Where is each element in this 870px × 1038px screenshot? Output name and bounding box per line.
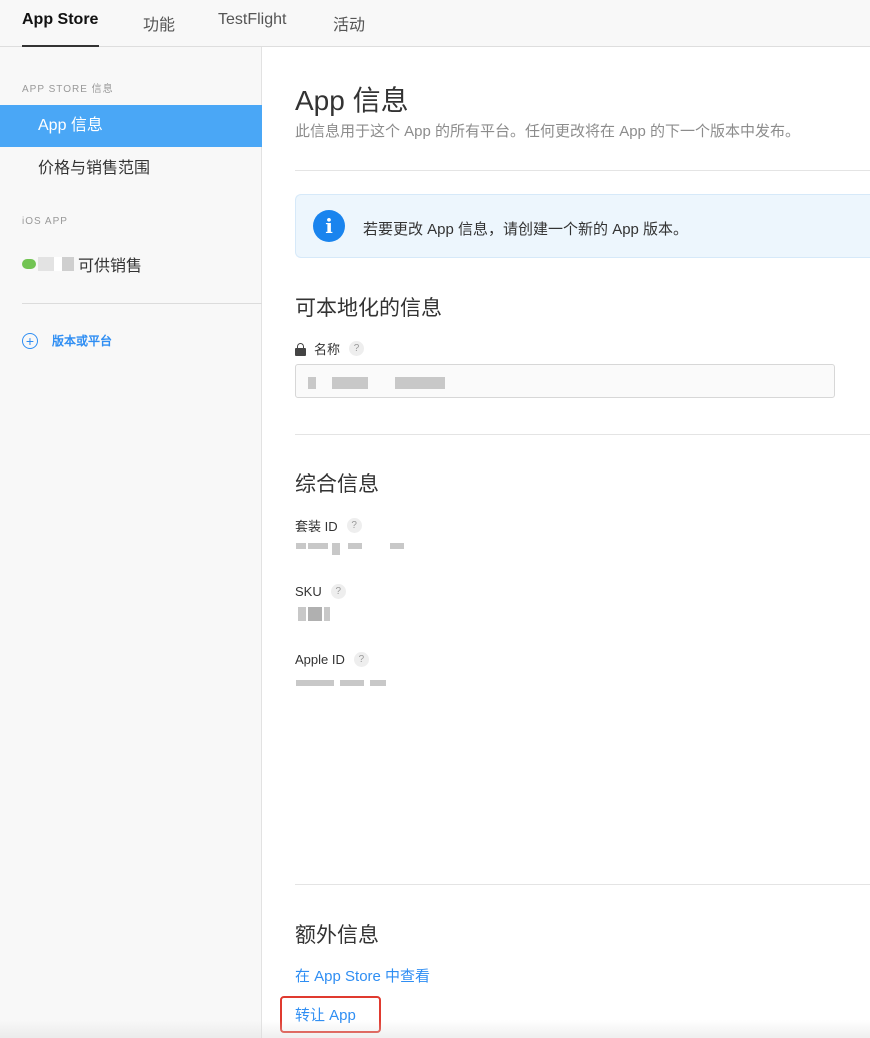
view-in-app-store-link[interactable]: 在 App Store 中查看 [295,965,430,986]
sidebar-item-version[interactable]: 可供销售 [22,253,142,275]
redacted-sku [298,607,306,621]
tab-testflight[interactable]: TestFlight [218,11,286,29]
bundle-id-label: 套装 ID [295,519,338,534]
sidebar-header-app-store: APP STORE 信息 [22,84,114,95]
sidebar-divider [22,303,262,304]
divider [295,170,870,171]
redacted-name [308,377,316,389]
sku-field-label: SKU ? [295,584,346,599]
divider [295,884,870,885]
page-title: App 信息 [295,85,409,116]
version-status-label: 可供销售 [78,258,143,275]
help-icon[interactable]: ? [346,518,362,533]
sku-label: SKU [295,584,322,599]
sidebar-item-pricing[interactable]: 价格与销售范围 [0,148,262,190]
sidebar: APP STORE 信息 App 信息 价格与销售范围 iOS APP 可供销售… [0,47,262,1038]
section-title-general: 综合信息 [295,473,379,496]
bundle-id-field-label: 套装 ID ? [295,516,362,535]
top-tab-bar: App Store 功能 TestFlight 活动 [0,0,870,47]
add-version-platform-button[interactable]: + 版本或平台 [22,332,112,349]
name-label: 名称 [314,342,341,357]
divider [295,434,870,435]
redacted-bundle-id [296,543,306,549]
page-subtitle: 此信息用于这个 App 的所有平台。任何更改将在 App 的下一个版本中发布。 [295,123,801,140]
apple-id-field-label: Apple ID ? [295,652,369,667]
info-icon: i [313,210,345,242]
main-content: App 信息 此信息用于这个 App 的所有平台。任何更改将在 App 的下一个… [262,47,870,1038]
redacted-version [38,257,54,271]
help-icon[interactable]: ? [330,584,346,599]
help-icon[interactable]: ? [349,341,365,356]
help-icon[interactable]: ? [353,652,369,667]
plus-circle-icon: + [22,332,38,349]
add-version-label: 版本或平台 [52,334,113,348]
notice-text: 若要更改 App 信息，请创建一个新的 App 版本。 [363,221,689,238]
status-dot-icon [22,259,36,269]
tab-activity[interactable]: 活动 [333,11,365,35]
section-title-additional: 额外信息 [295,924,379,947]
info-notice: i 若要更改 App 信息，请创建一个新的 App 版本。 [295,194,870,258]
sidebar-header-ios-app: iOS APP [22,216,68,227]
sidebar-item-app-info[interactable]: App 信息 [0,105,262,147]
bottom-fade [0,1020,870,1038]
name-input[interactable] [295,364,835,398]
name-field-label: 名称 ? [295,339,365,358]
tab-features[interactable]: 功能 [143,11,175,35]
section-title-localizable: 可本地化的信息 [295,297,442,320]
tab-app-store[interactable]: App Store [22,11,98,29]
redacted-apple-id [296,680,334,686]
apple-id-label: Apple ID [295,652,345,667]
lock-icon [295,342,306,356]
